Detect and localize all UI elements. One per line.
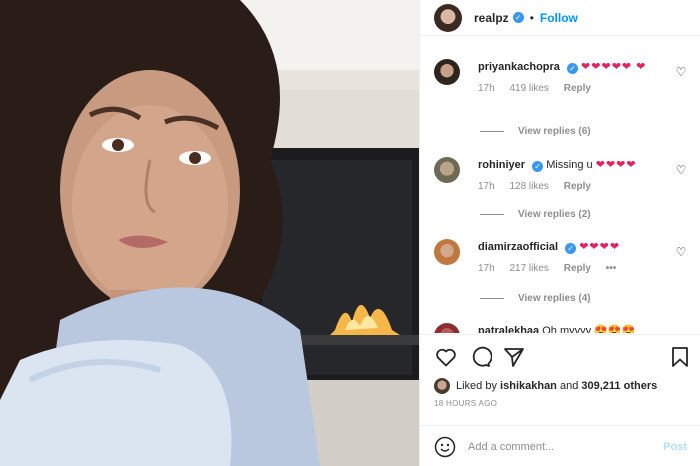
post-sidebar: realpz ✓ • Follow priyankachopra ✓ ❤❤❤❤❤… [419, 0, 700, 466]
separator-dot: • [529, 10, 534, 25]
bookmark-icon[interactable] [668, 345, 692, 369]
comment-hearts: ❤❤❤❤❤ ❤ [581, 61, 647, 73]
comment-username[interactable]: patralekhaa [478, 325, 539, 333]
author-avatar[interactable] [434, 3, 462, 32]
verified-badge-icon: ✓ [532, 161, 544, 172]
comment-emojis: 😍😍😍 [594, 325, 636, 333]
add-comment-bar: Post [420, 425, 700, 466]
comment-more-options-icon[interactable]: ••• [606, 263, 617, 274]
post-actions: Liked by ishikakhan and 309,211 others 1… [420, 334, 700, 466]
post-timestamp: 18 HOURS AGO [434, 399, 498, 408]
comment-input[interactable] [468, 440, 664, 453]
reply-button[interactable]: Reply [564, 263, 591, 274]
replies-divider [480, 131, 504, 132]
comment-message: Oh myyyy [542, 325, 592, 333]
author-username[interactable]: realpz [474, 11, 509, 25]
comment-hearts: ❤❤❤❤ [595, 159, 637, 171]
likes-summary: Liked by ishikakhan and 309,211 others [434, 378, 657, 394]
comment-time: 17h [478, 83, 495, 94]
commenter-avatar[interactable] [434, 157, 460, 183]
follow-button[interactable]: Follow [540, 11, 578, 25]
verified-badge-icon: ✓ [512, 12, 524, 23]
commenter-avatar[interactable] [434, 323, 460, 333]
view-replies-button[interactable]: View replies (6) [480, 126, 591, 137]
liked-by-count[interactable]: 309,211 others [581, 380, 657, 392]
post-header: realpz ✓ • Follow [420, 0, 700, 36]
comment-like-heart-icon[interactable]: ♡ [674, 163, 688, 177]
comment-username[interactable]: diamirzaofficial [478, 241, 558, 253]
comments-list[interactable]: priyankachopra ✓ ❤❤❤❤❤ ❤ 17h 419 likes R… [420, 37, 700, 333]
comment-like-heart-icon[interactable]: ♡ [674, 245, 688, 259]
comment-likes[interactable]: 217 likes [509, 263, 548, 274]
post-photo [0, 0, 419, 466]
comment-meta: 17h 419 likes Reply [478, 83, 674, 94]
comment-likes[interactable]: 419 likes [509, 83, 548, 94]
comment-likes[interactable]: 128 likes [509, 181, 548, 192]
comment-icon[interactable] [468, 345, 493, 369]
share-icon[interactable] [502, 345, 526, 369]
comment-meta: 17h 217 likes Reply ••• [478, 263, 674, 274]
liker-avatar[interactable] [434, 378, 450, 394]
replies-divider [480, 298, 504, 299]
comment-meta: 17h 128 likes Reply [478, 181, 674, 192]
comment-message: Missing u [546, 159, 593, 171]
view-replies-label: View replies (4) [518, 293, 591, 304]
comment-text: diamirzaofficial ✓ ❤❤❤❤ [478, 239, 674, 255]
comment-time: 17h [478, 181, 495, 192]
view-replies-button[interactable]: View replies (2) [480, 209, 591, 220]
replies-divider [480, 214, 504, 215]
heart-icon[interactable] [434, 345, 458, 369]
liked-by-user[interactable]: ishikakhan [500, 380, 557, 392]
verified-badge-icon: ✓ [566, 63, 578, 74]
commenter-avatar[interactable] [434, 59, 460, 85]
comment-text: patralekhaa Oh myyyy 😍😍😍 [478, 323, 674, 333]
comment-username[interactable]: rohiniyer [478, 159, 525, 171]
smiley-icon[interactable] [434, 436, 456, 458]
comment-hearts: ❤❤❤❤ [579, 241, 621, 253]
liked-by-and: and [559, 380, 579, 392]
commenter-avatar[interactable] [434, 239, 460, 265]
view-replies-button[interactable]: View replies (4) [480, 293, 591, 304]
reply-button[interactable]: Reply [564, 83, 591, 94]
view-replies-label: View replies (6) [518, 126, 591, 137]
liked-by-prefix: Liked by [456, 380, 497, 392]
comment-time: 17h [478, 263, 495, 274]
view-replies-label: View replies (2) [518, 209, 591, 220]
comment-text: rohiniyer ✓ Missing u ❤❤❤❤ [478, 157, 674, 173]
comment-username[interactable]: priyankachopra [478, 61, 560, 73]
post-comment-button[interactable]: Post [663, 441, 687, 453]
verified-badge-icon: ✓ [565, 243, 577, 254]
comment-text: priyankachopra ✓ ❤❤❤❤❤ ❤ [478, 59, 674, 75]
comment-like-heart-icon[interactable]: ♡ [674, 65, 688, 79]
reply-button[interactable]: Reply [564, 181, 591, 192]
action-icons-row [434, 345, 690, 369]
